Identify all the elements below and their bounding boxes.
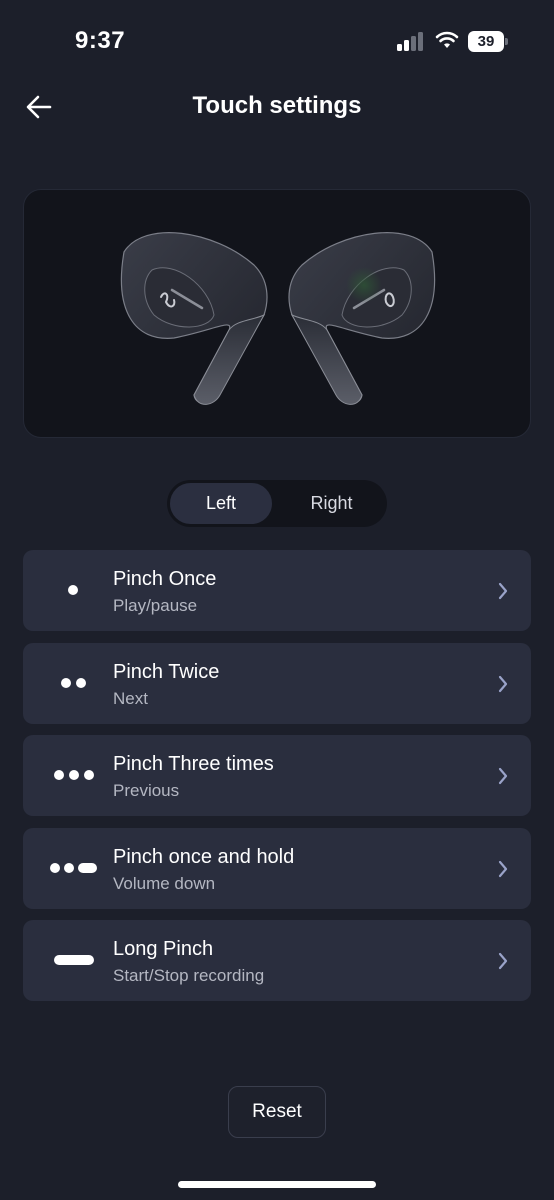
gesture-title: Pinch Once <box>113 568 217 590</box>
right-tab[interactable]: Right <box>279 483 384 524</box>
page-title: Touch settings <box>192 92 362 119</box>
status-time: 9:37 <box>75 27 126 54</box>
gesture-list: Pinch Once Play/pause Pinch Twice Next P… <box>23 550 531 1013</box>
gesture-title: Long Pinch <box>113 938 214 960</box>
left-tab[interactable]: Left <box>170 483 272 524</box>
gesture-item-pinch-once-and-hold[interactable]: Pinch once and hold Volume down <box>23 827 531 909</box>
gesture-action: Volume down <box>113 873 216 893</box>
chevron-right-icon <box>498 952 508 970</box>
three-dots-icon <box>47 765 103 785</box>
cellular-signal-icon <box>397 31 425 51</box>
status-bar: 9:37 39 <box>0 0 554 80</box>
battery-icon: 39 <box>468 31 508 52</box>
gesture-action: Play/pause <box>113 596 198 615</box>
wifi-icon <box>435 31 459 48</box>
dots-and-bar-icon <box>47 858 103 878</box>
gesture-title: Pinch once and hold <box>113 845 295 868</box>
chevron-right-icon <box>498 582 508 600</box>
side-selector: Left Right <box>167 480 387 527</box>
two-dots-icon <box>47 673 103 693</box>
earbuds-illustration <box>120 232 436 405</box>
touch-settings-screen: 9:37 39 Touch settings Left Right Pinch … <box>0 0 554 1200</box>
earbuds-image <box>23 189 531 438</box>
header: Touch settings <box>0 80 554 134</box>
gesture-title: Pinch Three times <box>113 753 274 775</box>
gesture-action: Previous <box>113 781 180 800</box>
left-earbud <box>120 232 268 405</box>
gesture-item-pinch-twice[interactable]: Pinch Twice Next <box>23 642 531 724</box>
gesture-action: Start/Stop recording <box>113 966 265 985</box>
chevron-right-icon <box>498 860 508 877</box>
long-bar-icon <box>47 950 103 970</box>
chevron-right-icon <box>498 767 508 785</box>
gesture-item-pinch-three-times[interactable]: Pinch Three times Previous <box>23 735 531 816</box>
gesture-action: Next <box>113 688 148 708</box>
right-earbud <box>288 232 436 405</box>
battery-level: 39 <box>468 31 504 52</box>
gesture-title: Pinch Twice <box>113 660 220 683</box>
gesture-item-pinch-once[interactable]: Pinch Once Play/pause <box>23 550 531 631</box>
one-dot-icon <box>47 580 103 600</box>
home-indicator <box>178 1181 376 1188</box>
reset-button[interactable]: Reset <box>228 1086 326 1138</box>
chevron-right-icon <box>498 675 508 692</box>
gesture-item-long-pinch[interactable]: Long Pinch Start/Stop recording <box>23 920 531 1001</box>
